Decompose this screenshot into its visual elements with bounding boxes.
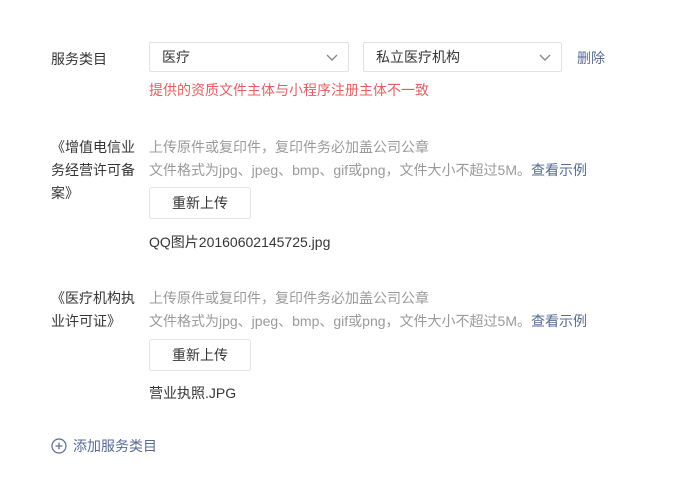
add-service-category-label: 添加服务类目: [73, 438, 157, 454]
qualification-title-line: 《医疗机构执: [51, 290, 135, 306]
format-hint-text: 文件格式为jpg、jpeg、bmp、gif或png，文件大小不超过5M。: [149, 313, 531, 329]
chevron-down-icon: [326, 54, 338, 61]
qualification-title-telecom: 《增值电信业 务经营许可备 案》: [51, 136, 141, 205]
category-primary-select[interactable]: 医疗: [149, 42, 349, 72]
add-service-category-button[interactable]: 添加服务类目: [51, 436, 157, 456]
uploaded-file-name: 营业执照.JPG: [149, 385, 237, 401]
view-example-link[interactable]: 查看示例: [531, 162, 587, 178]
qualification-title-line: 务经营许可备: [51, 162, 135, 178]
reupload-button[interactable]: 重新上传: [149, 187, 251, 219]
qualification-title-line: 业许可证》: [51, 313, 121, 329]
reupload-button[interactable]: 重新上传: [149, 339, 251, 371]
delete-category-link[interactable]: 删除: [577, 48, 605, 68]
chevron-down-icon: [539, 54, 551, 61]
plus-circle-icon: [51, 438, 67, 454]
qualification-title-line: 案》: [51, 185, 79, 201]
view-example-link[interactable]: 查看示例: [531, 313, 587, 329]
upload-hint-format: 文件格式为jpg、jpeg、bmp、gif或png，文件大小不超过5M。查看示例: [149, 159, 587, 182]
upload-hint-original: 上传原件或复印件，复印件务必加盖公司公章: [149, 290, 429, 306]
upload-hint-original: 上传原件或复印件，复印件务必加盖公司公章: [149, 139, 429, 155]
qualification-title-medical: 《医疗机构执 业许可证》: [51, 287, 141, 333]
upload-hint-format: 文件格式为jpg、jpeg、bmp、gif或png，文件大小不超过5M。查看示例: [149, 310, 587, 333]
category-secondary-value: 私立医疗机构: [376, 49, 460, 65]
category-primary-value: 医疗: [162, 49, 190, 65]
qualification-title-line: 《增值电信业: [51, 139, 135, 155]
subject-mismatch-error: 提供的资质文件主体与小程序注册主体不一致: [149, 82, 429, 98]
uploaded-file-name: QQ图片20160602145725.jpg: [149, 234, 331, 250]
format-hint-text: 文件格式为jpg、jpeg、bmp、gif或png，文件大小不超过5M。: [149, 162, 531, 178]
service-category-label: 服务类目: [51, 51, 107, 67]
category-secondary-select[interactable]: 私立医疗机构: [363, 42, 562, 72]
